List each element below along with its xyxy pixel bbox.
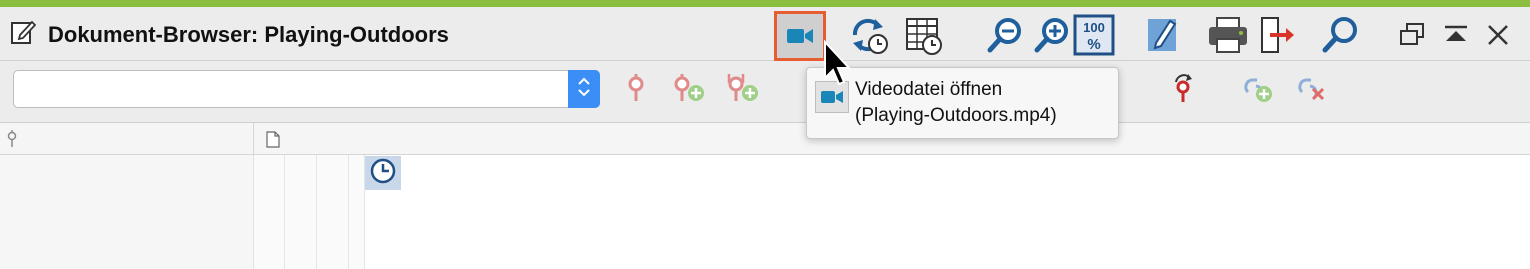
- link-add-icon: [1240, 72, 1274, 109]
- printer-icon: [1206, 15, 1250, 55]
- filter-bar: [0, 61, 1530, 123]
- video-camera-icon: [785, 25, 815, 47]
- document-selector-combobox[interactable]: [13, 70, 600, 108]
- document-edit-icon: [10, 19, 37, 45]
- svg-text:100: 100: [1083, 20, 1105, 35]
- document-content-area[interactable]: [0, 155, 1530, 269]
- code-pin-icon: [6, 130, 18, 153]
- search-icon: [1320, 15, 1360, 55]
- window-title: Dokument-Browser: Playing-Outdoors: [48, 22, 449, 47]
- restore-window-icon: [1397, 21, 1427, 49]
- pencil-icon: [1144, 15, 1184, 55]
- edit-button[interactable]: [1142, 13, 1186, 57]
- code-pin-multi-add-icon: [726, 73, 760, 108]
- column-header-row: [0, 123, 1530, 155]
- timestamp-table-button[interactable]: [901, 13, 945, 57]
- code-pin-icon: [624, 73, 648, 108]
- zoom-100-icon: 100 %: [1073, 14, 1115, 56]
- zoom-out-button[interactable]: [983, 13, 1027, 57]
- open-video-button[interactable]: [774, 11, 826, 61]
- open-video-tooltip: Videodatei öffnen (Playing-Outdoors.mp4): [806, 67, 1119, 139]
- code-strip-column: [349, 155, 365, 269]
- search-button[interactable]: [1318, 13, 1362, 57]
- code-strip-column: [285, 155, 317, 269]
- add-code-pin-button[interactable]: [672, 73, 706, 107]
- print-button[interactable]: [1206, 13, 1250, 57]
- refresh-clock-icon: [849, 15, 891, 55]
- export-button[interactable]: [1255, 13, 1299, 57]
- export-icon: [1257, 15, 1297, 55]
- link-remove-icon: [1294, 72, 1328, 109]
- refresh-timestamps-button[interactable]: [848, 13, 892, 57]
- codes-column-header[interactable]: [0, 123, 254, 154]
- add-link-button[interactable]: [1240, 73, 1274, 107]
- zoom-in-icon: [1032, 15, 1072, 55]
- collapse-icon: [1442, 23, 1470, 47]
- code-pin-button[interactable]: [619, 73, 653, 107]
- timestamp-marker[interactable]: [365, 156, 401, 190]
- close-icon: [1485, 22, 1511, 48]
- clock-icon: [369, 157, 397, 190]
- close-button[interactable]: [1476, 13, 1520, 57]
- zoom-in-button[interactable]: [1030, 13, 1074, 57]
- svg-text:%: %: [1087, 36, 1100, 53]
- add-multiple-code-pins-button[interactable]: [726, 73, 760, 107]
- combobox-stepper[interactable]: [568, 70, 600, 108]
- code-pin-red-icon: [1170, 72, 1196, 109]
- zoom-out-icon: [985, 15, 1025, 55]
- code-pin-red-button[interactable]: [1166, 73, 1200, 107]
- tooltip-filename: (Playing-Outdoors.mp4): [855, 105, 1057, 126]
- code-pin-add-icon: [672, 73, 706, 108]
- code-strip-column: [254, 155, 285, 269]
- zoom-100-button[interactable]: 100 %: [1072, 13, 1116, 57]
- restore-window-button[interactable]: [1390, 13, 1434, 57]
- collapse-button[interactable]: [1434, 13, 1478, 57]
- window-accent-stripe: [0, 0, 1530, 7]
- table-clock-icon: [903, 15, 943, 55]
- codes-column: [0, 155, 254, 269]
- document-icon: [266, 131, 280, 153]
- chevron-up-down-icon: [577, 76, 591, 103]
- code-strip-column: [317, 155, 349, 269]
- title-bar: Dokument-Browser: Playing-Outdoors 100 %: [0, 7, 1530, 61]
- remove-link-button[interactable]: [1294, 73, 1328, 107]
- mouse-pointer-icon: [824, 40, 852, 86]
- tooltip-title: Videodatei öffnen: [855, 79, 1003, 100]
